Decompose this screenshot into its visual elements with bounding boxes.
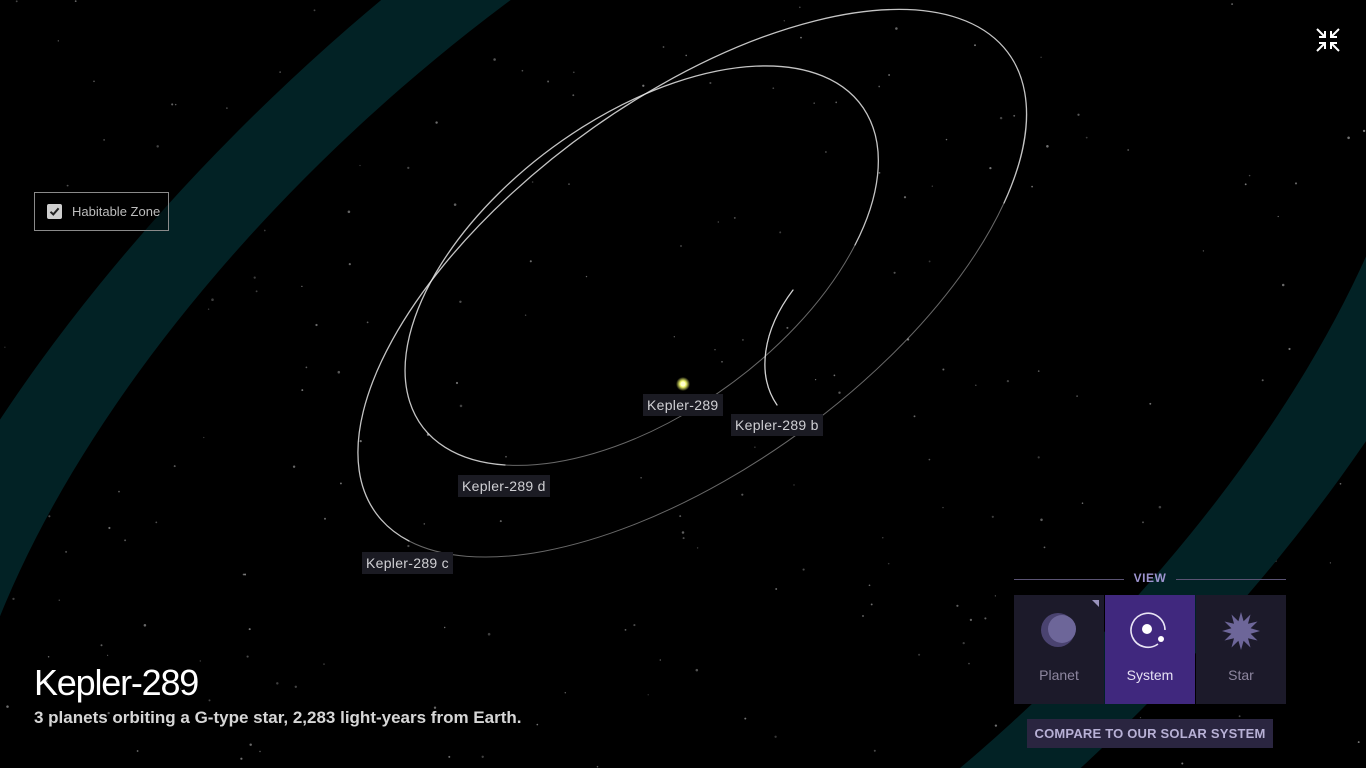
view-planet-button[interactable]: Planet <box>1014 595 1104 704</box>
system-icon <box>1130 612 1166 649</box>
view-star-label: Star <box>1228 667 1254 683</box>
exit-fullscreen-button[interactable] <box>1314 26 1342 54</box>
checkmark-icon <box>49 207 60 216</box>
label-kepler-289-b[interactable]: Kepler-289 b <box>731 414 823 436</box>
planet-options-indicator-icon <box>1092 600 1099 607</box>
star-icon <box>1222 612 1260 650</box>
system-info: Kepler-289 3 planets orbiting a G-type s… <box>34 662 521 728</box>
view-system-label: System <box>1126 667 1174 683</box>
compare-solar-system-button[interactable]: COMPARE TO OUR SOLAR SYSTEM <box>1027 719 1273 748</box>
system-title: Kepler-289 <box>34 662 199 703</box>
view-planet-label: Planet <box>1039 667 1079 683</box>
habitable-zone-label: Habitable Zone <box>72 204 161 219</box>
star-core <box>680 381 686 387</box>
label-star-kepler-289[interactable]: Kepler-289 <box>643 394 723 416</box>
view-panel: VIEW Planet System Star <box>1014 570 1286 704</box>
view-heading: VIEW <box>1014 570 1286 588</box>
label-kepler-289-c[interactable]: Kepler-289 c <box>362 552 453 574</box>
habitable-zone-toggle[interactable]: Habitable Zone <box>34 192 169 231</box>
view-heading-text: VIEW <box>1133 571 1167 585</box>
exoplanet-system-viewer: Habitable Zone Kepler-289 Kepler-289 b K… <box>0 0 1366 768</box>
label-kepler-289-d[interactable]: Kepler-289 d <box>458 475 550 497</box>
view-system-button[interactable]: System <box>1105 595 1195 704</box>
planet-icon <box>1041 613 1076 647</box>
system-subtitle: 3 planets orbiting a G-type star, 2,283 … <box>34 708 522 727</box>
habitable-zone-checkbox[interactable] <box>47 204 62 219</box>
view-star-button[interactable]: Star <box>1196 595 1286 704</box>
collapse-icon <box>1316 28 1340 52</box>
